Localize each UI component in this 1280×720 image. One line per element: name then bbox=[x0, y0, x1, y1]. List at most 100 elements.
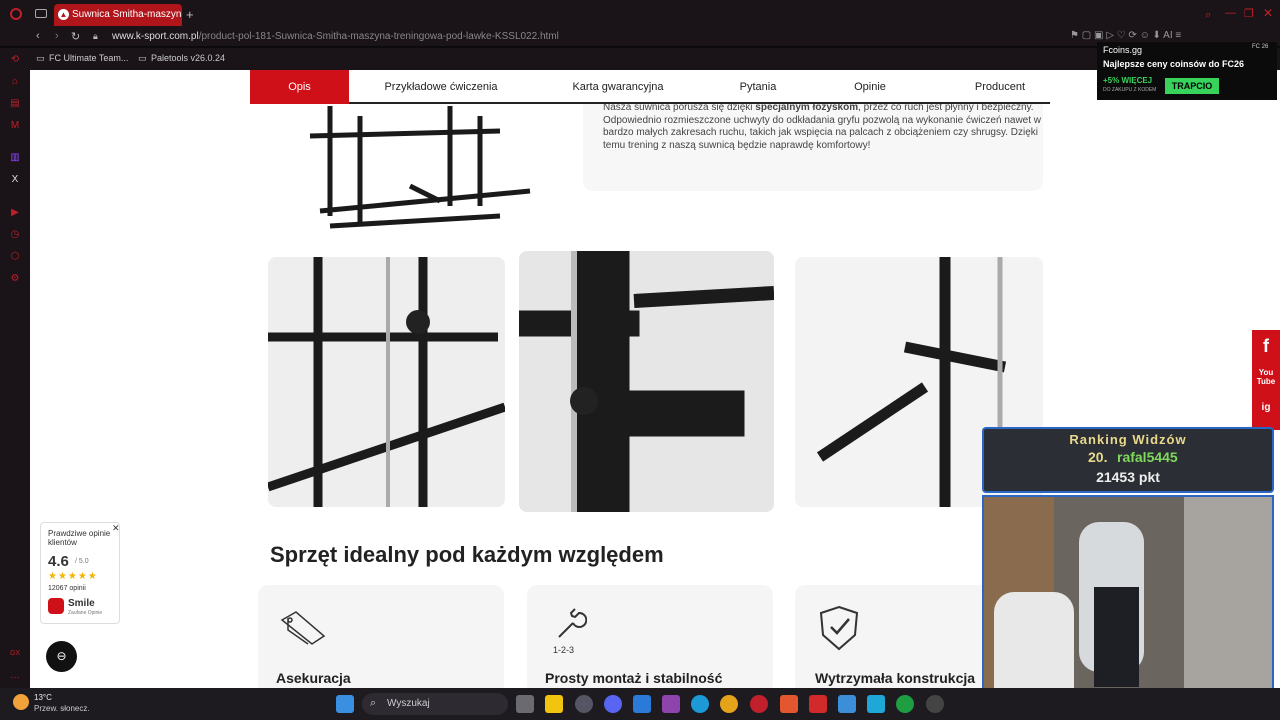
feature-title: Prosty montaż i stabilność bbox=[545, 670, 723, 686]
section-heading: Sprzęt idealny pod każdym względem bbox=[270, 542, 664, 567]
opera-gx-icon[interactable] bbox=[750, 695, 768, 713]
reviews-brand: Smile bbox=[68, 598, 95, 609]
reviews-widget[interactable]: ✕ Prawdziwe opinie klientów 4.6 / 5.0 ★★… bbox=[40, 522, 120, 624]
smile-logo-icon bbox=[48, 598, 64, 614]
sidebar-twitch-icon[interactable]: ▥ bbox=[9, 152, 21, 164]
facebook-icon[interactable]: f bbox=[1252, 336, 1280, 357]
star-rating-icon: ★★★★★ bbox=[48, 571, 98, 582]
opera-sidebar bbox=[0, 48, 30, 688]
fcoins-headline: Najlepsze ceny coinsów do FC26 bbox=[1103, 59, 1245, 69]
sidebar-x-icon[interactable]: X bbox=[9, 174, 21, 186]
rank-user: rafal5445 bbox=[1117, 449, 1178, 465]
product-tabs: Opis Przykładowe ćwiczenia Karta gwaranc… bbox=[250, 70, 1050, 104]
sidebar-settings-icon[interactable]: ⚙ bbox=[9, 273, 21, 285]
bookmark-folder-icon: ▭ bbox=[36, 53, 45, 63]
close-icon[interactable]: ✕ bbox=[1263, 6, 1273, 20]
app-photos-icon[interactable] bbox=[838, 695, 856, 713]
sidebar-m-icon[interactable]: M bbox=[9, 120, 21, 132]
steps-label: 1-2-3 bbox=[553, 645, 575, 655]
edge-icon[interactable] bbox=[691, 695, 709, 713]
forward-icon[interactable]: › bbox=[55, 30, 59, 42]
vivaldi-icon[interactable] bbox=[809, 695, 827, 713]
rank-position: 20. bbox=[1088, 449, 1108, 465]
sidebar-extensions-icon[interactable]: ⬡ bbox=[9, 251, 21, 263]
description-text: Nasza suwnica porusza się dzięki specjal… bbox=[603, 102, 1043, 152]
url-host: www.k-sport.com.pl bbox=[112, 31, 199, 42]
tab-opinie[interactable]: Opinie bbox=[832, 70, 908, 104]
bookmark-paletools[interactable]: Paletools v26.0.24 bbox=[151, 53, 225, 63]
social-bar: f You Tube ig bbox=[1252, 330, 1280, 430]
xbox-icon[interactable] bbox=[896, 695, 914, 713]
webcam-feed bbox=[982, 495, 1274, 713]
tab-active[interactable]: ▲ Suwnica Smitha-maszyna bbox=[54, 4, 182, 26]
maximize-icon[interactable]: ❐ bbox=[1244, 7, 1254, 20]
weather-icon[interactable] bbox=[13, 694, 29, 710]
search-icon: ⌕ bbox=[370, 697, 377, 709]
new-tab-button[interactable]: + bbox=[186, 7, 194, 22]
tab-island-icon[interactable] bbox=[35, 9, 47, 18]
reload-icon[interactable]: ↻ bbox=[71, 30, 80, 43]
feature-title: Wytrzymała konstrukcja bbox=[815, 670, 976, 686]
chrome-icon[interactable] bbox=[720, 695, 738, 713]
url-field[interactable]: www.k-sport.com.pl/product-pol-181-Suwni… bbox=[112, 31, 559, 42]
fcoins-promo-sub: DO ZAKUPU Z KODEM bbox=[1103, 87, 1157, 93]
wrench-icon bbox=[558, 608, 587, 638]
feature-card-asekuracja: Asekuracja bbox=[258, 585, 504, 688]
reviews-score: 4.6 bbox=[48, 553, 69, 570]
search-icon[interactable]: ⌕ bbox=[1205, 9, 1211, 22]
reviews-title: Prawdziwe opinie klientów bbox=[48, 529, 111, 547]
bookmark-folder-icon: ▭ bbox=[138, 53, 147, 63]
tab-pytania[interactable]: Pytania bbox=[720, 70, 796, 104]
instagram-icon[interactable]: ig bbox=[1252, 402, 1280, 413]
back-icon[interactable]: ‹ bbox=[36, 30, 40, 42]
youtube-icon[interactable]: You Tube bbox=[1252, 368, 1280, 386]
brave-icon[interactable] bbox=[780, 695, 798, 713]
bookmark-fc-ultimate-team[interactable]: FC Ultimate Team... bbox=[49, 53, 128, 63]
opera-logo-icon[interactable] bbox=[10, 8, 22, 20]
fcoins-ad-overlay: Fcoins.gg FC 26 Najlepsze ceny coinsów d… bbox=[1097, 42, 1277, 100]
sidebar-more-icon[interactable]: … bbox=[9, 670, 21, 682]
chat-button[interactable]: ⊖ bbox=[46, 641, 77, 672]
fcoins-code: TRAPCIO bbox=[1165, 78, 1219, 94]
url-path: /product-pol-181-Suwnica-Smitha-maszyna-… bbox=[198, 31, 559, 42]
toolbar-icons[interactable]: ⚑ ▢ ▣ ▷ ♡ ⟳ ☺ ⬇ AI ≡ bbox=[1070, 30, 1181, 41]
tab-przykladowe-cwiczenia[interactable]: Przykładowe ćwiczenia bbox=[370, 70, 512, 104]
smith-machine-image bbox=[309, 106, 531, 229]
fcoins-brand: Fcoins.gg bbox=[1103, 45, 1143, 55]
taskbar-search[interactable]: Wyszukaj bbox=[362, 693, 508, 715]
discord-icon[interactable] bbox=[604, 695, 622, 713]
rank-points: 21453 pkt bbox=[1096, 469, 1160, 485]
app-purple-icon[interactable] bbox=[662, 695, 680, 713]
vscode-icon[interactable] bbox=[633, 695, 651, 713]
fcoins-promo: +5% WIĘCEJ bbox=[1103, 76, 1153, 85]
reviews-brand-sub: Zaufane Opinie bbox=[68, 610, 103, 616]
sidebar-messenger-icon[interactable]: ▤ bbox=[9, 98, 21, 110]
steam-icon[interactable] bbox=[575, 695, 593, 713]
detail-image-2 bbox=[519, 251, 774, 512]
sidebar-gx-icon[interactable]: GX bbox=[9, 650, 21, 662]
tab-opis[interactable]: Opis bbox=[250, 70, 349, 104]
safety-arm-icon bbox=[280, 611, 326, 645]
browser-tab-bar: ▲ Suwnica Smitha-maszyna + ⌕ — ❐ ✕ bbox=[0, 0, 1280, 28]
app-w-icon[interactable] bbox=[867, 695, 885, 713]
weather-desc: Przew. słonecz. bbox=[34, 704, 90, 713]
sidebar-shop-icon[interactable]: ⌂ bbox=[9, 76, 21, 88]
detail-image-1 bbox=[268, 257, 505, 507]
task-view-icon[interactable] bbox=[516, 695, 534, 713]
tab-karta-gwarancyjna[interactable]: Karta gwarancyjna bbox=[555, 70, 681, 104]
windows-start-icon[interactable] bbox=[336, 695, 354, 713]
feature-card-montaz: 1-2-3 Prosty montaż i stabilność bbox=[527, 585, 773, 688]
rank-title: Ranking Widzów bbox=[1069, 432, 1187, 447]
reviews-count: 12067 opinii bbox=[48, 585, 86, 592]
sidebar-gx-corner-icon[interactable]: ⟲ bbox=[9, 54, 21, 66]
app-record-icon[interactable] bbox=[926, 695, 944, 713]
tab-producent[interactable]: Producent bbox=[945, 70, 1055, 104]
file-explorer-icon[interactable] bbox=[545, 695, 563, 713]
minimize-icon[interactable]: — bbox=[1225, 7, 1236, 19]
sidebar-player-icon[interactable]: ▶ bbox=[9, 207, 21, 219]
lock-icon[interactable]: 🔒︎ bbox=[93, 31, 98, 42]
wall-image bbox=[1184, 497, 1272, 711]
sidebar-history-icon[interactable]: ◷ bbox=[9, 229, 21, 241]
person-legs-image bbox=[1094, 587, 1139, 687]
fcoins-tag: FC 26 bbox=[1252, 44, 1269, 50]
